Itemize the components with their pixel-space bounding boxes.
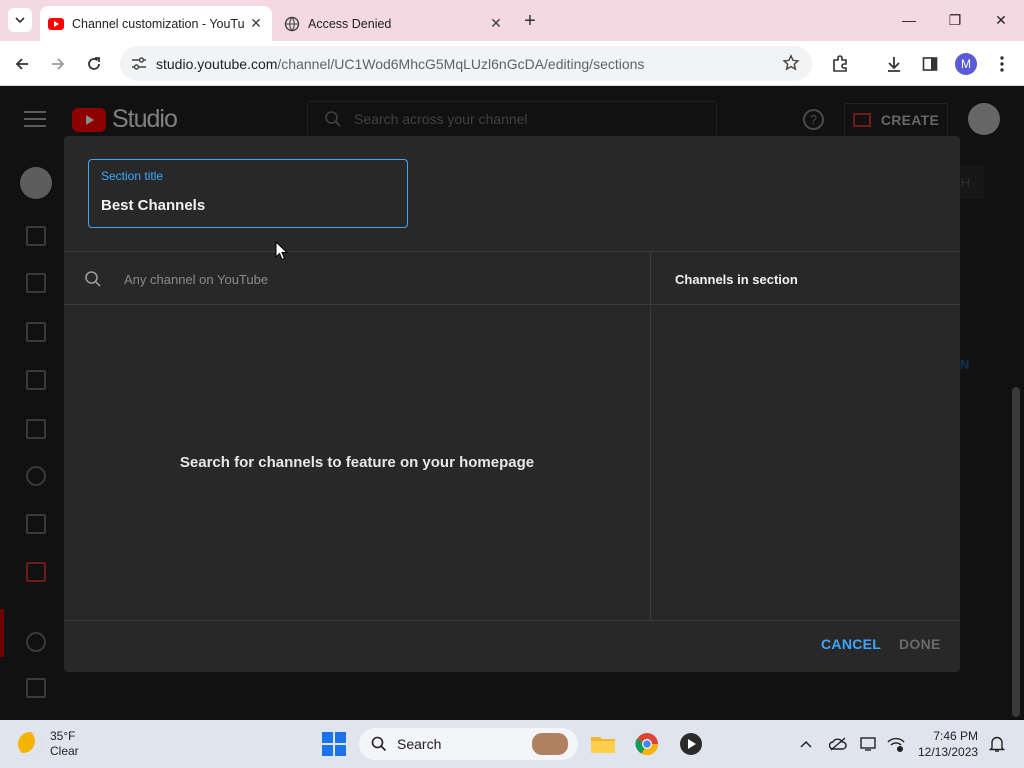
taskbar-search[interactable]: Search bbox=[359, 728, 578, 760]
file-explorer-icon[interactable] bbox=[589, 730, 617, 758]
site-info-icon[interactable] bbox=[124, 49, 154, 79]
windows-taskbar: 35°F Clear Search 7:46 PM 12/13/2023 bbox=[0, 720, 1024, 768]
back-button[interactable] bbox=[8, 50, 36, 78]
search-highlight-icon bbox=[532, 733, 568, 755]
close-window-button[interactable]: ✕ bbox=[978, 6, 1024, 34]
clock-date: 12/13/2023 bbox=[918, 745, 979, 759]
reload-button[interactable] bbox=[80, 50, 108, 78]
cancel-button[interactable]: CANCEL bbox=[821, 636, 881, 652]
display-icon[interactable] bbox=[855, 730, 883, 758]
chevron-down-icon bbox=[15, 17, 25, 24]
windows-start-icon[interactable] bbox=[322, 732, 346, 756]
reload-icon bbox=[88, 57, 100, 70]
section-title-input[interactable] bbox=[101, 193, 391, 217]
channel-search-field[interactable] bbox=[84, 262, 644, 296]
puzzle-icon bbox=[833, 55, 847, 72]
network-icon[interactable] bbox=[882, 730, 910, 758]
tab-access-denied[interactable]: Access Denied ✕ bbox=[276, 6, 512, 41]
featured-channels-dialog: Section title Channels in section Search… bbox=[64, 136, 960, 672]
close-tab-icon[interactable]: ✕ bbox=[244, 12, 268, 36]
browser-toolbar: studio.youtube.com/channel/UC1Wod6MhcG5M… bbox=[0, 41, 1024, 86]
more-vert-icon bbox=[1000, 56, 1004, 72]
notification-bell-icon[interactable] bbox=[983, 730, 1011, 758]
tab-title: Channel customization - YouTube bbox=[72, 16, 244, 31]
browser-tab-strip: Channel customization - YouTube ✕ Access… bbox=[0, 0, 1024, 41]
browser-menu-button[interactable] bbox=[988, 50, 1016, 78]
media-player-icon[interactable] bbox=[677, 730, 705, 758]
moon-icon bbox=[18, 732, 42, 756]
mouse-cursor-icon bbox=[275, 241, 289, 261]
arrow-right-icon bbox=[52, 58, 65, 70]
column-divider bbox=[650, 252, 651, 620]
url-path: /channel/UC1Wod6MhcG5MqLUzl6nGcDA/editin… bbox=[277, 55, 645, 72]
tab-title: Access Denied bbox=[308, 16, 392, 31]
weather-widget[interactable]: 35°F Clear bbox=[18, 729, 79, 759]
extensions-button[interactable] bbox=[826, 50, 854, 78]
section-title-label: Section title bbox=[101, 169, 164, 183]
chevron-up-icon[interactable] bbox=[792, 730, 820, 758]
onedrive-icon[interactable] bbox=[824, 730, 852, 758]
forward-button[interactable] bbox=[44, 50, 72, 78]
side-panel-button[interactable] bbox=[916, 50, 944, 78]
youtube-favicon-icon bbox=[48, 16, 64, 32]
address-bar[interactable]: studio.youtube.com/channel/UC1Wod6MhcG5M… bbox=[120, 46, 812, 81]
download-icon bbox=[888, 57, 900, 72]
clock-time: 7:46 PM bbox=[933, 729, 979, 743]
bookmark-star-icon[interactable] bbox=[778, 50, 804, 76]
url-host: studio.youtube.com bbox=[156, 55, 278, 72]
channel-search-input[interactable] bbox=[124, 271, 604, 287]
minimize-button[interactable]: — bbox=[886, 6, 932, 34]
arrow-left-icon bbox=[15, 58, 28, 70]
new-tab-button[interactable]: + bbox=[518, 10, 542, 32]
divider bbox=[64, 304, 960, 305]
channels-in-section-heading: Channels in section bbox=[675, 272, 798, 287]
restore-button[interactable]: ❐ bbox=[932, 6, 978, 34]
url-text: studio.youtube.com/channel/UC1Wod6MhcG5M… bbox=[156, 56, 644, 72]
chrome-icon[interactable] bbox=[633, 730, 661, 758]
tab-channel-customization[interactable]: Channel customization - YouTube ✕ bbox=[40, 6, 272, 41]
clock[interactable]: 7:46 PM 12/13/2023 bbox=[918, 728, 978, 760]
close-tab-icon[interactable]: ✕ bbox=[484, 12, 508, 36]
weather-desc: Clear bbox=[50, 744, 79, 758]
done-button[interactable]: DONE bbox=[899, 636, 941, 652]
empty-state-message: Search for channels to feature on your h… bbox=[179, 454, 535, 471]
search-icon bbox=[371, 736, 387, 752]
taskbar-search-label: Search bbox=[397, 736, 442, 752]
divider bbox=[64, 251, 960, 252]
profile-avatar[interactable]: M bbox=[955, 53, 977, 75]
downloads-button[interactable] bbox=[880, 50, 908, 78]
weather-temp: 35°F bbox=[50, 729, 76, 743]
side-panel-icon bbox=[922, 57, 938, 71]
tab-search-button[interactable] bbox=[8, 8, 32, 32]
search-icon bbox=[85, 271, 101, 287]
globe-favicon-icon bbox=[284, 16, 300, 32]
section-title-field[interactable]: Section title bbox=[88, 159, 408, 228]
divider bbox=[64, 620, 960, 621]
